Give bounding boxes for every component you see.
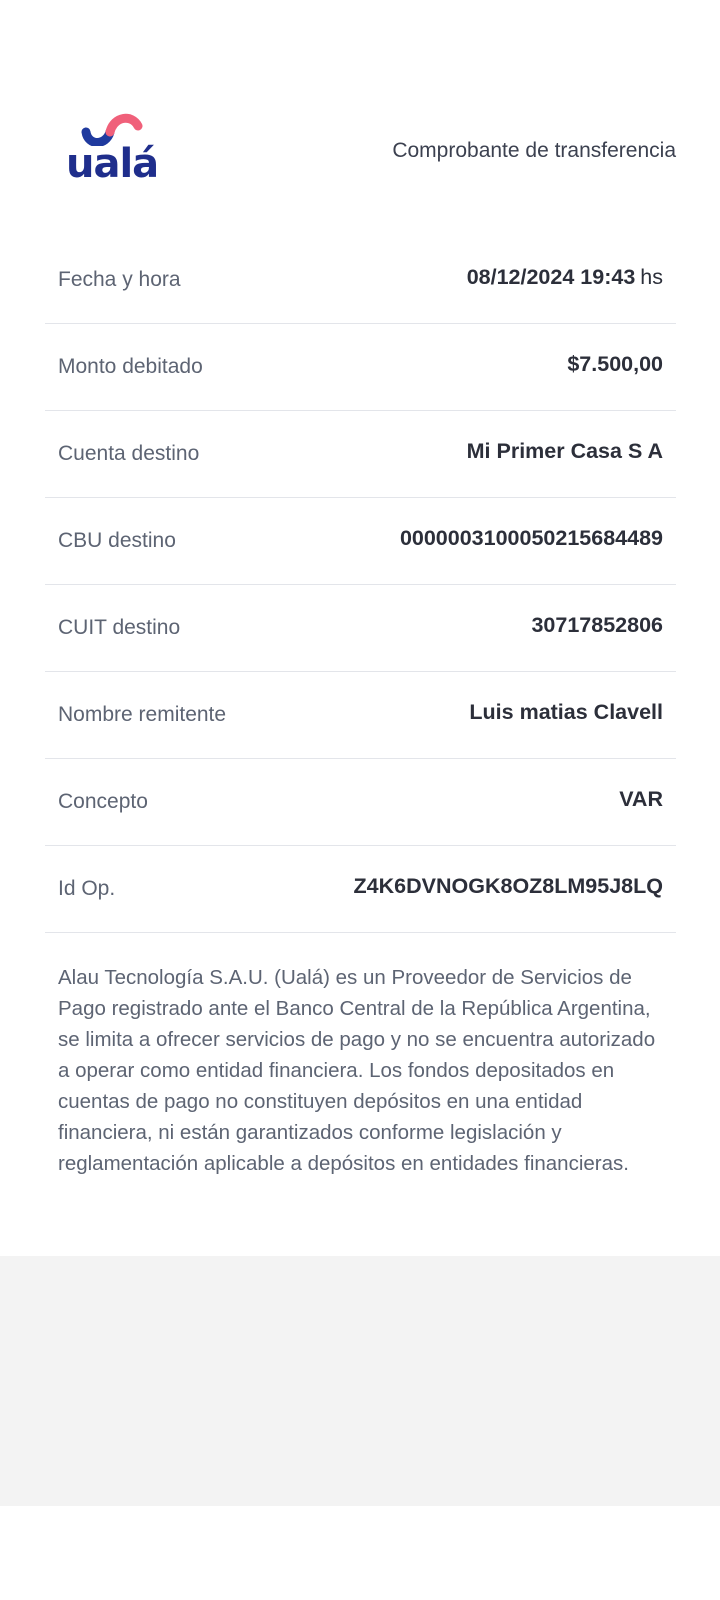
detail-row-cuenta-destino: Cuenta destino Mi Primer Casa S A: [45, 411, 676, 498]
transfer-receipt: ualá Comprobante de transferencia Fecha …: [0, 0, 720, 1256]
receipt-header: ualá Comprobante de transferencia: [0, 0, 720, 230]
legal-disclaimer: Alau Tecnología S.A.U. (Ualá) es un Prov…: [58, 966, 656, 1175]
detail-label: Concepto: [58, 790, 148, 813]
detail-row-fecha-hora: Fecha y hora 08/12/2024 19:43 hs: [45, 237, 676, 324]
uala-logo: ualá: [66, 112, 166, 192]
cuit-value: 30717852806: [531, 613, 663, 637]
detail-label: Id Op.: [58, 877, 116, 900]
detail-label: CBU destino: [58, 529, 176, 552]
detail-row-remitente: Nombre remitente Luis matias Clavell: [45, 672, 676, 759]
detail-label: Cuenta destino: [58, 442, 200, 465]
detail-row-cbu: CBU destino 0000003100050215684489: [45, 498, 676, 585]
concept-value: VAR: [619, 787, 663, 811]
detail-label: CUIT destino: [58, 616, 181, 639]
cbu-value: 0000003100050215684489: [399, 526, 663, 550]
detail-label: Nombre remitente: [58, 703, 227, 726]
operation-id-value: Z4K6DVNOGK8OZ8LM95J8LQ: [353, 874, 663, 898]
sender-name-value: Luis matias Clavell: [469, 700, 663, 724]
detail-label: Fecha y hora: [58, 268, 181, 291]
bottom-background: [0, 1256, 720, 1506]
destination-account-value: Mi Primer Casa S A: [466, 439, 663, 463]
receipt-details: Fecha y hora 08/12/2024 19:43 hs Monto de…: [45, 237, 676, 933]
date-time-value: 08/12/2024 19:43: [466, 265, 636, 289]
detail-value: 08/12/2024 19:43 hs: [467, 265, 663, 291]
detail-row-cuit: CUIT destino 30717852806: [45, 585, 676, 672]
detail-row-concepto: Concepto VAR: [45, 759, 676, 846]
detail-label: Monto debitado: [58, 355, 203, 378]
time-unit: hs: [640, 265, 663, 289]
detail-row-id-op: Id Op. Z4K6DVNOGK8OZ8LM95J8LQ: [45, 846, 676, 933]
document-title: Comprobante de transferencia: [392, 139, 676, 162]
amount-value: $7.500,00: [567, 352, 663, 376]
detail-row-monto: Monto debitado $7.500,00: [45, 324, 676, 411]
logo-wordmark: ualá: [66, 141, 159, 187]
